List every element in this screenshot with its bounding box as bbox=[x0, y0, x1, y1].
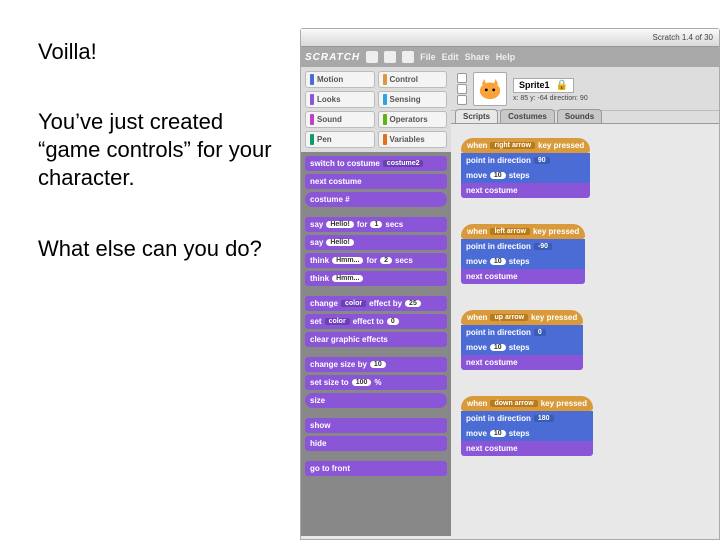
block-size[interactable]: size bbox=[305, 393, 447, 408]
cat-operators[interactable]: Operators bbox=[378, 111, 448, 128]
script-down[interactable]: whendown arrowkey pressed point in direc… bbox=[461, 396, 593, 456]
slide-text-1: Voilla! bbox=[38, 38, 284, 66]
cat-motion[interactable]: Motion bbox=[305, 71, 375, 88]
hat-when-key[interactable]: whenright arrowkey pressed bbox=[461, 138, 590, 153]
block-next-costume[interactable]: next costume bbox=[461, 441, 593, 456]
block-go-front[interactable]: go to front bbox=[305, 461, 447, 476]
block-set-effect[interactable]: setcoloreffect to0 bbox=[305, 314, 447, 329]
block-set-size[interactable]: set size to100% bbox=[305, 375, 447, 390]
block-clear-effects[interactable]: clear graphic effects bbox=[305, 332, 447, 347]
rotation-buttons[interactable] bbox=[457, 73, 467, 105]
menu-file[interactable]: File bbox=[420, 52, 436, 62]
menu-help[interactable]: Help bbox=[496, 52, 516, 62]
tab-scripts[interactable]: Scripts bbox=[455, 109, 498, 123]
sprite-coordinates: x: 85 y: -64 direction: 90 bbox=[513, 95, 713, 102]
lock-icon[interactable]: 🔒 bbox=[556, 80, 568, 91]
cat-icon bbox=[476, 77, 504, 101]
hat-when-key[interactable]: whenup arrowkey pressed bbox=[461, 310, 583, 325]
tab-sounds[interactable]: Sounds bbox=[557, 109, 602, 123]
cat-control[interactable]: Control bbox=[378, 71, 448, 88]
block-next-costume[interactable]: next costume bbox=[461, 183, 590, 198]
menu-share[interactable]: Share bbox=[465, 52, 490, 62]
block-point-direction[interactable]: point in direction0 bbox=[461, 325, 583, 340]
script-up[interactable]: whenup arrowkey pressed point in directi… bbox=[461, 310, 583, 370]
scratch-window: Scratch 1.4 of 30 SCRATCH File Edit Shar… bbox=[300, 28, 720, 540]
block-point-direction[interactable]: point in direction180 bbox=[461, 411, 593, 426]
cat-looks[interactable]: Looks bbox=[305, 91, 375, 108]
hat-when-key[interactable]: whenleft arrowkey pressed bbox=[461, 224, 585, 239]
block-costume-num[interactable]: costume # bbox=[305, 192, 447, 207]
scripts-area[interactable]: whenright arrowkey pressed point in dire… bbox=[451, 123, 719, 539]
block-think-for[interactable]: thinkHmm...for2secs bbox=[305, 253, 447, 268]
cat-sensing[interactable]: Sensing bbox=[378, 91, 448, 108]
share-icon[interactable] bbox=[402, 51, 414, 63]
hat-when-key[interactable]: whendown arrowkey pressed bbox=[461, 396, 593, 411]
menubar: SCRATCH File Edit Share Help bbox=[301, 47, 719, 67]
block-move-steps[interactable]: move10steps bbox=[461, 254, 585, 269]
block-think[interactable]: thinkHmm... bbox=[305, 271, 447, 286]
block-next-costume[interactable]: next costume bbox=[461, 269, 585, 284]
script-left[interactable]: whenleft arrowkey pressed point in direc… bbox=[461, 224, 585, 284]
block-move-steps[interactable]: move10steps bbox=[461, 340, 583, 355]
block-next-costume[interactable]: next costume bbox=[305, 174, 447, 189]
blocks-palette: switch to costumecostume2 next costume c… bbox=[301, 152, 451, 536]
menu-edit[interactable]: Edit bbox=[442, 52, 459, 62]
save-icon[interactable] bbox=[384, 51, 396, 63]
block-show[interactable]: show bbox=[305, 418, 447, 433]
tab-costumes[interactable]: Costumes bbox=[500, 109, 555, 123]
logo: SCRATCH bbox=[305, 52, 360, 63]
block-move-steps[interactable]: move10steps bbox=[461, 168, 590, 183]
slide-text-2: You’ve just created “game controls” for … bbox=[38, 108, 284, 192]
block-change-effect[interactable]: changecoloreffect by25 bbox=[305, 296, 447, 311]
window-titlebar: Scratch 1.4 of 30 bbox=[301, 29, 719, 47]
cat-sound[interactable]: Sound bbox=[305, 111, 375, 128]
block-say-for[interactable]: sayHello!for1secs bbox=[305, 217, 447, 232]
sprite-thumbnail[interactable] bbox=[473, 72, 507, 106]
block-say[interactable]: sayHello! bbox=[305, 235, 447, 250]
block-change-size[interactable]: change size by10 bbox=[305, 357, 447, 372]
block-point-direction[interactable]: point in direction-90 bbox=[461, 239, 585, 254]
cat-pen[interactable]: Pen bbox=[305, 131, 375, 148]
stage-column: Sprite1🔒 x: 85 y: -64 direction: 90 Scri… bbox=[451, 67, 719, 539]
palette-column: Motion Control Looks Sensing Sound Opera… bbox=[301, 67, 451, 539]
block-point-direction[interactable]: point in direction90 bbox=[461, 153, 590, 168]
block-move-steps[interactable]: move10steps bbox=[461, 426, 593, 441]
slide-text-3: What else can you do? bbox=[38, 235, 284, 263]
block-switch-costume[interactable]: switch to costumecostume2 bbox=[305, 156, 447, 171]
script-right[interactable]: whenright arrowkey pressed point in dire… bbox=[461, 138, 590, 198]
cat-variables[interactable]: Variables bbox=[378, 131, 448, 148]
title-text: Scratch 1.4 of 30 bbox=[653, 33, 713, 42]
sprite-name-field[interactable]: Sprite1🔒 bbox=[513, 78, 574, 93]
block-hide[interactable]: hide bbox=[305, 436, 447, 451]
globe-icon[interactable] bbox=[366, 51, 378, 63]
block-next-costume[interactable]: next costume bbox=[461, 355, 583, 370]
